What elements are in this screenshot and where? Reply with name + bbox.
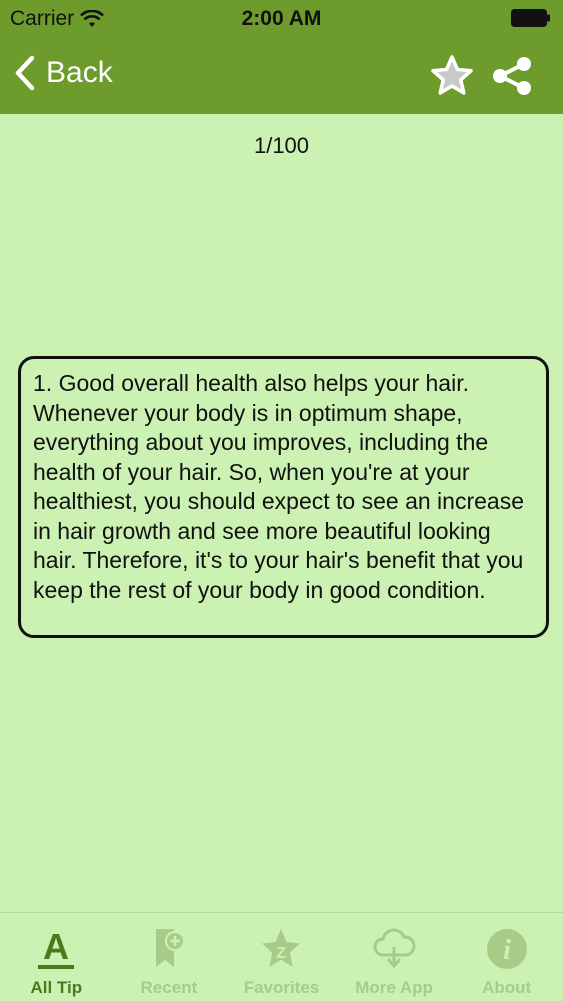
status-time: 2:00 AM [241, 7, 322, 30]
bookmark-plus-icon [147, 927, 191, 971]
share-icon[interactable] [490, 55, 534, 97]
tip-card: 1. Good overall health also helps your h… [18, 356, 549, 638]
tab-recent[interactable]: Recent [113, 913, 226, 1001]
tab-about[interactable]: i About [450, 913, 563, 1001]
page-counter: 1/100 [253, 133, 310, 158]
svg-text:A: A [43, 927, 69, 967]
star-icon[interactable] [430, 54, 474, 98]
tab-label-all-tip: All Tip [30, 978, 83, 997]
navigation-bar: Back [0, 38, 563, 114]
svg-text:Z: Z [277, 945, 287, 962]
tab-label-recent: Recent [140, 978, 198, 997]
star-z-icon: Z [259, 927, 303, 971]
tab-label-about: About [482, 978, 532, 997]
back-label: Back [46, 56, 113, 89]
tab-bar: A All Tip Recent Z Favorites More App i … [0, 912, 563, 1001]
status-bar: Carrier 2:00 AM [0, 0, 563, 38]
tab-favorites[interactable]: Z Favorites [225, 913, 338, 1001]
tab-label-favorites: Favorites [243, 978, 320, 997]
svg-text:i: i [503, 935, 511, 966]
back-button[interactable]: Back [14, 55, 113, 91]
info-icon: i [485, 927, 529, 971]
tab-label-more-app: More App [355, 978, 433, 997]
letter-a-icon: A [34, 927, 78, 971]
tip-text: 1. Good overall health also helps your h… [33, 370, 524, 603]
battery-icon [511, 9, 550, 27]
tab-all-tip[interactable]: A All Tip [0, 913, 113, 1001]
tab-more-app[interactable]: More App [338, 913, 451, 1001]
cloud-download-icon [372, 927, 416, 971]
top-bar: Carrier 2:00 AM Back [0, 0, 563, 114]
chevron-left-icon [15, 55, 35, 91]
